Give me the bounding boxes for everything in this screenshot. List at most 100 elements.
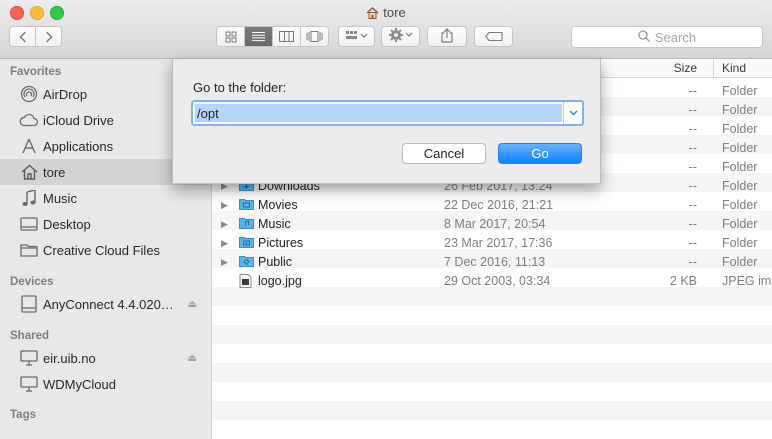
- file-kind: Folder: [722, 103, 758, 117]
- file-date: 8 Mar 2017, 20:54: [444, 217, 546, 231]
- sidebar-item-label: AnyConnect 4.4.020…: [43, 296, 174, 312]
- movies-folder-icon: [239, 198, 254, 213]
- toolbar: tore Search: [0, 0, 772, 59]
- column-view-icon[interactable]: [273, 27, 301, 46]
- action-gear-icon: [388, 28, 413, 45]
- finder-window: tore Search Favorites AirDrop iCloud Dri…: [0, 0, 772, 439]
- disclosure-triangle-icon[interactable]: ▶: [221, 219, 228, 230]
- cloud-icon: [18, 113, 40, 127]
- file-size: --: [688, 84, 697, 98]
- file-kind: Folder: [722, 141, 758, 155]
- sidebar-item-label: AirDrop: [43, 86, 88, 102]
- row-stripe: [212, 363, 772, 382]
- column-header-size[interactable]: Size: [674, 61, 697, 75]
- table-row[interactable]: ▶ Pictures 23 Mar 2017, 17:36 -- Folder: [212, 234, 772, 253]
- coverflow-view-icon[interactable]: [301, 27, 328, 46]
- server-icon: [18, 376, 40, 392]
- file-kind: Folder: [722, 179, 758, 193]
- file-size: --: [688, 160, 697, 174]
- sidebar-item-desktop[interactable]: Desktop: [0, 211, 211, 237]
- go-to-folder-dialog: Go to the folder: Cancel Go: [172, 59, 601, 184]
- file-kind: Folder: [722, 236, 758, 250]
- music-icon: [18, 189, 40, 207]
- cancel-button[interactable]: Cancel: [402, 143, 486, 164]
- file-size: --: [688, 122, 697, 136]
- search-placeholder: Search: [654, 29, 697, 45]
- sidebar-item-wdmycloud[interactable]: WDMyCloud: [0, 371, 211, 397]
- file-kind: Folder: [722, 217, 758, 231]
- public-folder-icon: [239, 255, 254, 270]
- file-date: 29 Oct 2003, 03:34: [444, 274, 551, 288]
- file-name: Pictures: [258, 236, 304, 250]
- sidebar-item-label: tore: [43, 164, 66, 180]
- file-kind: JPEG ima: [722, 274, 772, 288]
- file-date: 7 Dec 2016, 11:13: [444, 255, 546, 269]
- table-row[interactable]: ▶ Public 7 Dec 2016, 11:13 -- Folder: [212, 253, 772, 272]
- row-stripe: [212, 325, 772, 344]
- tag-icon: [484, 29, 503, 44]
- file-name: logo.jpg: [258, 274, 302, 288]
- go-button[interactable]: Go: [498, 143, 582, 164]
- folder-icon: [18, 243, 40, 257]
- file-kind: Folder: [722, 160, 758, 174]
- forward-icon[interactable]: [36, 27, 61, 46]
- window-title: tore: [0, 5, 772, 22]
- arrange-icon: [345, 29, 368, 44]
- sidebar-item-label: WDMyCloud: [43, 376, 116, 392]
- table-row[interactable]: ▶ Movies 22 Dec 2016, 21:21 -- Folder: [212, 196, 772, 215]
- folder-path-input[interactable]: [195, 104, 562, 122]
- sidebar-item-creative-cloud-files[interactable]: Creative Cloud Files: [0, 237, 211, 263]
- sidebar-item-label: eir.uib.no: [43, 350, 96, 366]
- list-view-icon[interactable]: [245, 27, 273, 46]
- back-forward-group: [9, 26, 62, 47]
- disk-icon: [18, 295, 40, 313]
- sidebar-item-label: Music: [43, 190, 77, 206]
- eject-icon[interactable]: ⏏: [188, 353, 197, 364]
- sidebar-header-tags: Tags: [10, 409, 36, 421]
- share-icon: [441, 27, 453, 46]
- file-kind: Folder: [722, 84, 758, 98]
- sidebar-item-label: iCloud Drive: [43, 112, 114, 128]
- sidebar-header-shared: Shared: [10, 330, 49, 342]
- icon-view-icon[interactable]: [217, 27, 245, 46]
- tag-button[interactable]: [474, 26, 513, 47]
- share-button[interactable]: [427, 26, 467, 47]
- chevron-down-icon[interactable]: [563, 102, 582, 124]
- sidebar-item-eir-uib-no[interactable]: eir.uib.no ⏏: [0, 345, 211, 371]
- home-icon: [366, 7, 379, 22]
- arrange-button[interactable]: [338, 26, 375, 47]
- sidebar-item-label: Creative Cloud Files: [43, 242, 161, 258]
- table-row[interactable]: logo.jpg 29 Oct 2003, 03:34 2 KB JPEG im…: [212, 272, 772, 291]
- file-size: --: [688, 217, 697, 231]
- file-name: Movies: [258, 198, 298, 212]
- column-divider: [713, 59, 714, 77]
- search-field[interactable]: Search: [571, 26, 763, 48]
- sidebar-item-music[interactable]: Music: [0, 185, 211, 211]
- file-name: Public: [258, 255, 293, 269]
- home-icon: [18, 164, 40, 180]
- music-folder-icon: [239, 217, 254, 232]
- column-header-kind[interactable]: Kind: [722, 61, 746, 75]
- file-size: --: [688, 255, 697, 269]
- disclosure-triangle-icon[interactable]: ▶: [221, 238, 228, 249]
- airdrop-icon: [18, 85, 40, 103]
- file-kind: Folder: [722, 255, 758, 269]
- disclosure-triangle-icon[interactable]: ▶: [221, 200, 228, 211]
- file-size: 2 KB: [669, 274, 697, 288]
- file-date: 23 Mar 2017, 17:36: [444, 236, 553, 250]
- eject-icon[interactable]: ⏏: [188, 299, 197, 310]
- sidebar-item-anyconnect[interactable]: AnyConnect 4.4.020… ⏏: [0, 291, 211, 317]
- folder-path-combobox: [191, 100, 584, 126]
- dialog-prompt: Go to the folder:: [193, 80, 287, 95]
- window-title-text: tore: [383, 5, 406, 20]
- table-row[interactable]: ▶ Music 8 Mar 2017, 20:54 -- Folder: [212, 215, 772, 234]
- file-kind: Folder: [722, 198, 758, 212]
- file-date: 22 Dec 2016, 21:21: [444, 198, 554, 212]
- file-kind: Folder: [722, 122, 758, 136]
- disclosure-triangle-icon[interactable]: ▶: [221, 257, 228, 268]
- back-icon[interactable]: [10, 27, 36, 46]
- file-size: --: [688, 179, 697, 193]
- file-size: --: [688, 141, 697, 155]
- applications-icon: [18, 138, 40, 154]
- action-button[interactable]: [381, 26, 420, 47]
